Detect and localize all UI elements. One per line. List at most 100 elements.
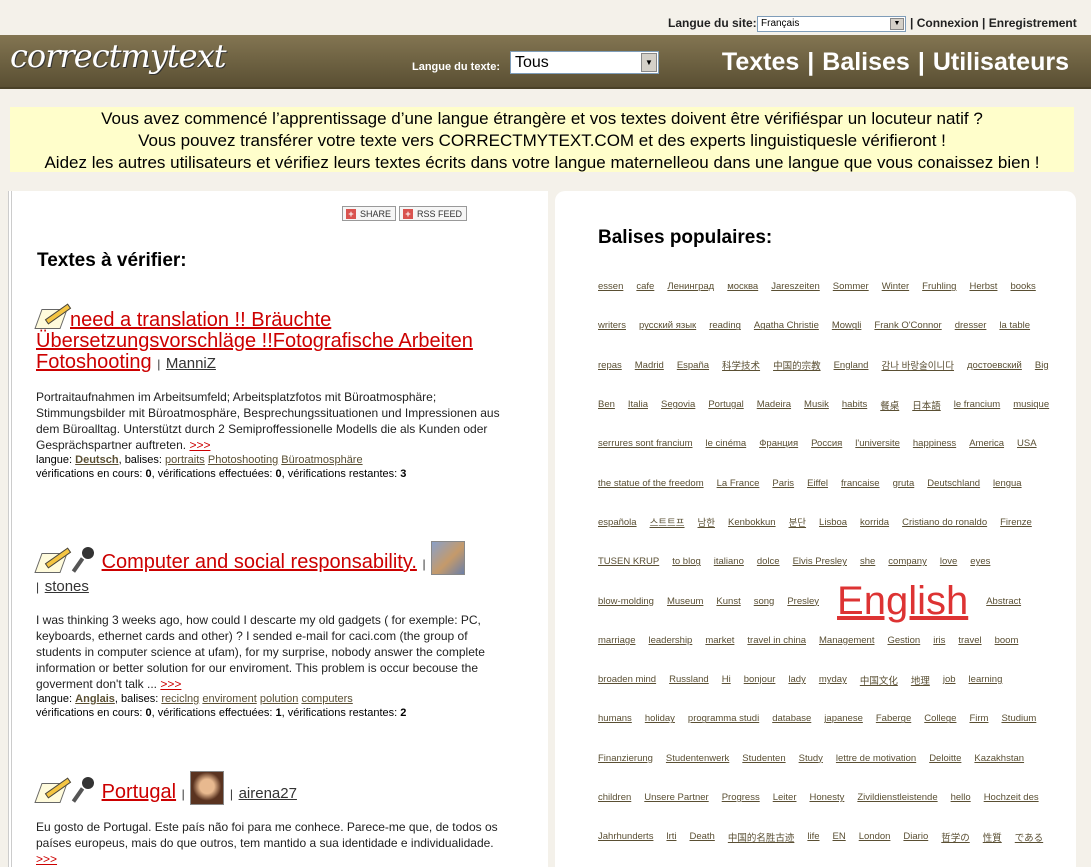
tag-link[interactable]: humans [598,713,632,724]
tag-link[interactable]: 분단 [789,515,806,529]
tag-link[interactable]: 科学技术 [722,358,760,372]
tag-link[interactable]: japanese [824,713,863,724]
nav-utilisateurs[interactable]: Utilisateurs [933,48,1069,76]
tag-link[interactable]: repas [598,360,622,371]
tag-link[interactable]: Eiffel [807,478,828,489]
tag-link[interactable]: boom [995,635,1019,646]
site-logo[interactable]: correctmytext [10,37,227,75]
tag-link[interactable]: learning [969,674,1003,685]
tag-link[interactable]: Firenze [1000,517,1032,528]
tag-link[interactable]: Studentenwerk [666,753,729,764]
tag-link[interactable]: である [1015,830,1043,844]
tag-link[interactable]: books [1010,281,1035,292]
tag-link[interactable]: italiano [714,556,744,567]
language-link[interactable]: Anglais [75,693,115,705]
tag-link[interactable]: marriage [598,635,636,646]
tag-link[interactable]: Italia [628,399,648,410]
tag-link[interactable]: Study [799,753,823,764]
tag-link[interactable]: Франция [759,438,798,449]
tag-link[interactable]: русский язык [639,320,696,331]
tag-link[interactable]: 中国文化 [860,673,898,687]
tag-link[interactable]: to blog [672,556,701,567]
tag-link[interactable]: Elvis Presley [793,556,847,567]
tag-link[interactable]: enviroment [202,693,256,705]
tag-link[interactable]: Paris [772,478,794,489]
tag-link[interactable]: reading [709,320,741,331]
tag-link[interactable]: company [888,556,927,567]
tag-link[interactable]: Zivildienstleistende [857,792,937,803]
tag-link[interactable]: life [807,831,819,842]
tag-link[interactable]: writers [598,320,626,331]
tag-link[interactable]: Fruhling [922,281,956,292]
tag-link[interactable]: Death [689,831,714,842]
tag-link[interactable]: love [940,556,957,567]
tag-link[interactable]: Frank O'Connor [874,320,941,331]
tag-link[interactable]: Progress [722,792,760,803]
tag-link[interactable]: England [834,360,869,371]
tag-link[interactable]: le cinéma [706,438,747,449]
tag-link[interactable]: 哲学の [941,830,970,844]
tag-link[interactable]: francaise [841,478,880,489]
text-title-link[interactable]: need a translation !! Bräuchte Übersetzu… [36,309,473,373]
tag-link[interactable]: España [677,360,709,371]
tag-link[interactable]: москва [727,281,758,292]
tag-link[interactable]: essen [598,281,623,292]
tag-link[interactable]: Honesty [809,792,844,803]
tag-link[interactable]: La France [717,478,760,489]
text-title-link[interactable]: Portugal [102,781,177,803]
tag-link[interactable]: reciclng [161,693,199,705]
read-more-link[interactable]: >>> [189,438,210,452]
tag-link[interactable]: Cristiano do ronaldo [902,517,987,528]
tag-link[interactable]: broaden mind [598,674,656,685]
tag-link[interactable]: Photoshooting [208,454,278,466]
tag-link[interactable]: Hochzeit des [984,792,1039,803]
tag-link[interactable]: computers [301,693,352,705]
tag-link[interactable]: Agatha Christie [754,320,819,331]
language-link[interactable]: Deutsch [75,454,118,466]
tag-link[interactable]: holiday [645,713,675,724]
tag-link[interactable]: Madrid [635,360,664,371]
tag-link[interactable]: 地理 [911,673,930,687]
tag-link[interactable]: leadership [649,635,693,646]
tag-link[interactable]: she [860,556,875,567]
tag-link[interactable]: habits [842,399,867,410]
tag-link[interactable]: 中国的宗教 [773,358,821,372]
tag-link[interactable]: Deutschland [927,478,980,489]
chevron-down-icon[interactable]: ▼ [641,53,657,72]
nav-textes[interactable]: Textes [722,48,799,76]
tag-link[interactable]: Russland [669,674,709,685]
tag-link[interactable]: Leiter [773,792,797,803]
tag-link[interactable]: Studium [1001,713,1036,724]
tag-link[interactable]: korrida [860,517,889,528]
tag-link[interactable]: Finanzierung [598,753,653,764]
tag-link[interactable]: Sommer [833,281,869,292]
tag-link[interactable]: l'universite [855,438,900,449]
tag-link[interactable]: Herbst [969,281,997,292]
tag-link[interactable]: London [859,831,891,842]
tag-link[interactable]: lettre de motivation [836,753,916,764]
register-link[interactable]: Enregistrement [989,16,1077,30]
tag-link[interactable]: eyes [970,556,990,567]
tag-link[interactable]: la table [999,320,1030,331]
tag-link[interactable]: lengua [993,478,1022,489]
tag-link[interactable]: English [837,579,968,624]
tag-link[interactable]: Management [819,635,874,646]
tag-link[interactable]: 감나 바랑술이니다 [881,358,954,372]
user-avatar[interactable] [190,771,225,805]
tag-link[interactable]: hello [951,792,971,803]
tag-link[interactable]: española [598,517,637,528]
login-link[interactable]: Connexion [917,16,979,30]
tag-link[interactable]: cafe [636,281,654,292]
tag-link[interactable]: Unsere Partner [644,792,708,803]
tag-link[interactable]: Ленинград [667,281,714,292]
tag-link[interactable]: Büroatmosphäre [281,454,362,466]
tag-link[interactable]: Россия [811,438,842,449]
nav-balises[interactable]: Balises [822,48,910,76]
tag-link[interactable]: Segovia [661,399,695,410]
user-link[interactable]: airena27 [239,785,297,802]
user-link[interactable]: ManniZ [166,355,216,372]
tag-link[interactable]: Faberge [876,713,911,724]
tag-link[interactable]: Big [1035,360,1049,371]
tag-link[interactable]: Studenten [742,753,785,764]
tag-link[interactable]: Ben [598,399,615,410]
